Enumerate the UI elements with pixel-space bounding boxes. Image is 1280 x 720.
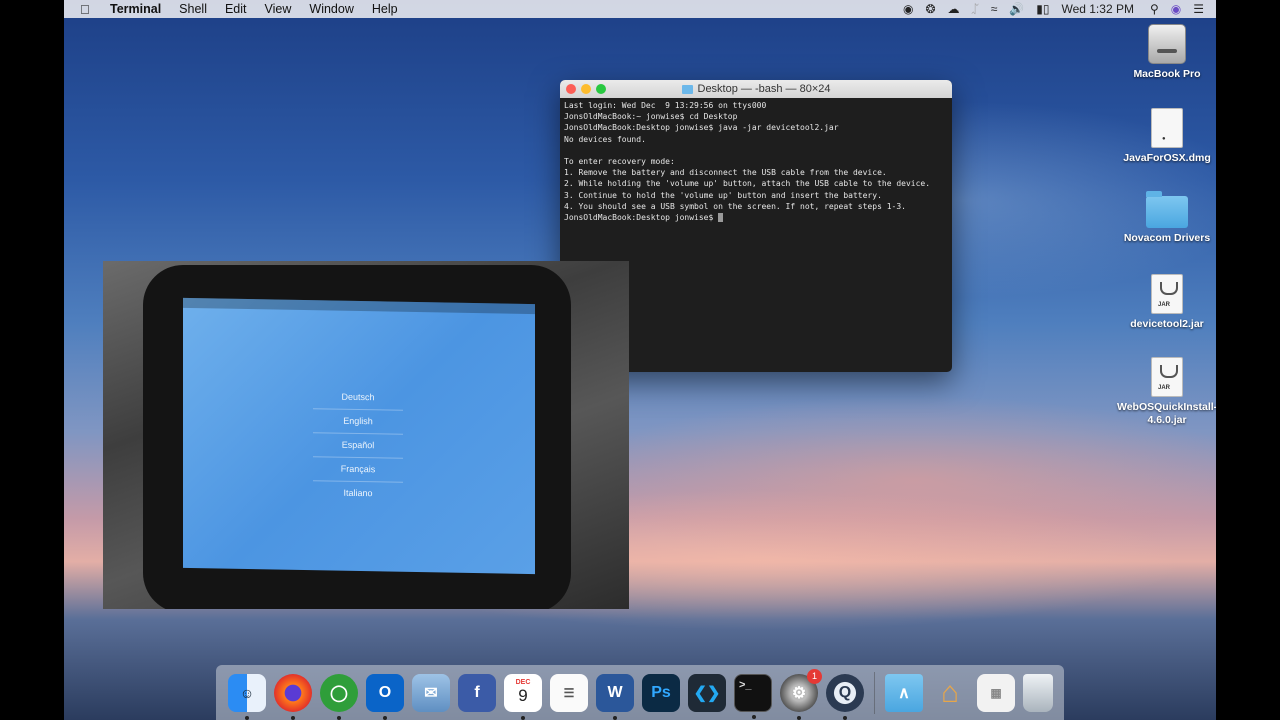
terminal-line: JonsOldMacBook:Desktop jonwise$ java -ja… (564, 123, 839, 133)
close-button[interactable] (566, 84, 576, 94)
minimize-button[interactable] (581, 84, 591, 94)
desktop:  Terminal Shell Edit View Window Help ◉… (64, 0, 1216, 720)
home-folder-icon[interactable]: ⌂ (931, 674, 969, 712)
desktop-icon-macbook-pro[interactable]: MacBook Pro (1117, 24, 1216, 81)
terminal-prompt: JonsOldMacBook:Desktop jonwise$ (564, 212, 719, 222)
battery-icon[interactable]: ▮▯ (1036, 2, 1049, 16)
desktop-icon-label: JavaForOSX.dmg (1123, 152, 1211, 164)
keepassxc-icon[interactable]: ◯ (320, 673, 358, 720)
menu-help[interactable]: Help (372, 2, 398, 16)
dock-separator (874, 671, 875, 714)
text-cursor (718, 212, 724, 222)
wifi-icon[interactable]: ≈ (991, 2, 998, 16)
search-icon[interactable]: ⚲ (1150, 2, 1159, 16)
outlook-icon[interactable]: O (366, 673, 404, 720)
folder-icon (1146, 191, 1188, 228)
folder-icon (681, 84, 693, 94)
desktop-icon-label: Novacom Drivers (1123, 232, 1211, 244)
terminal-line: 4. You should see a USB symbol on the sc… (564, 201, 906, 211)
terminal-line: No devices found. (564, 134, 646, 144)
mail-icon[interactable]: ✉ (412, 673, 450, 712)
terminal-line: 1. Remove the battery and disconnect the… (564, 168, 887, 178)
terminal-line: JonsOldMacBook:~ jonwise$ cd Desktop (564, 112, 738, 122)
volume-icon[interactable]: 🔊 (1009, 2, 1024, 16)
desktop-icon-label: devicetool2.jar (1130, 318, 1204, 330)
bluetooth-icon[interactable]: ᛢ (972, 2, 979, 16)
desktop-icon-label: WebOSQuickInstall-4.6.0.jar (1117, 401, 1216, 426)
applications-folder-icon[interactable]: ∧ (885, 673, 923, 712)
notification-badge: 1 (807, 668, 822, 684)
app-status-icon[interactable]: ❂ (925, 2, 935, 16)
dock: ☺ ◯ O ✉ f DEC 9 ☰ W Ps ❮❯ >_ ⚙ 1 Q ∧ ⌂ ▦ (216, 665, 1064, 720)
system-preferences-icon[interactable]: ⚙ 1 (780, 668, 822, 720)
terminal-title: Desktop — -bash — 80×24 (697, 83, 831, 95)
notification-center-icon[interactable]: ☰ (1193, 2, 1204, 16)
language-option: Deutsch (313, 385, 403, 411)
desktop-icon-devicetool2[interactable]: JAR devicetool2.jar (1117, 274, 1216, 331)
calendar-icon[interactable]: DEC 9 (504, 673, 542, 720)
terminal-prompt-line[interactable]: JonsOldMacBook:Desktop jonwise$ (564, 212, 948, 223)
jar-file-icon: JAR (1151, 357, 1183, 397)
siri-icon[interactable]: ◉ (1171, 2, 1181, 16)
trash-icon[interactable] (1023, 673, 1053, 712)
facebook-icon[interactable]: f (458, 673, 496, 712)
firefox-icon[interactable] (274, 673, 312, 720)
jar-file-icon: JAR (1151, 274, 1183, 314)
terminal-icon[interactable]: >_ (734, 673, 772, 719)
quicktime-icon[interactable]: Q (826, 673, 864, 720)
menu-app-name[interactable]: Terminal (110, 2, 161, 16)
menu-bar:  Terminal Shell Edit View Window Help ◉… (64, 0, 1216, 18)
language-list: Deutsch English Español Français Italian… (313, 385, 403, 506)
webcam-video-overlay: Deutsch English Español Français Italian… (103, 261, 629, 609)
menu-edit[interactable]: Edit (225, 2, 247, 16)
menu-view[interactable]: View (265, 2, 292, 16)
screen-record-icon[interactable]: ◉ (903, 2, 913, 16)
terminal-titlebar[interactable]: Desktop — -bash — 80×24 (560, 80, 952, 98)
word-icon[interactable]: W (596, 673, 634, 720)
terminal-line: To enter recovery mode: (564, 156, 675, 166)
menu-window[interactable]: Window (309, 2, 353, 16)
language-option: Français (313, 457, 403, 483)
vscode-icon[interactable]: ❮❯ (688, 673, 726, 712)
calendar-day: 9 (518, 686, 528, 705)
desktop-icon-webosquickinstall[interactable]: JAR WebOSQuickInstall-4.6.0.jar (1117, 357, 1216, 427)
desktop-icon-label: MacBook Pro (1133, 68, 1201, 80)
downloads-stack-icon[interactable]: ▦ (977, 673, 1015, 712)
language-option: Español (313, 433, 403, 459)
disk-image-icon: ● (1151, 108, 1183, 148)
menu-clock[interactable]: Wed 1:32 PM (1061, 2, 1133, 16)
desktop-icon-javaforosx[interactable]: ● JavaForOSX.dmg (1117, 108, 1216, 165)
terminal-line: 3. Continue to hold the 'volume up' butt… (564, 190, 882, 200)
reminders-icon[interactable]: ☰ (550, 673, 588, 712)
zoom-button[interactable] (596, 84, 606, 94)
hard-drive-icon (1148, 24, 1186, 64)
calendar-month: DEC (515, 679, 531, 686)
terminal-output[interactable]: Last login: Wed Dec 9 13:29:56 on ttys00… (560, 98, 952, 225)
finder-icon[interactable]: ☺ (228, 673, 266, 720)
menu-shell[interactable]: Shell (179, 2, 207, 16)
cloud-icon[interactable]: ☁ (948, 2, 960, 16)
terminal-line: 2. While holding the 'volume up' button,… (564, 179, 931, 189)
apple-menu-icon[interactable]:  (80, 2, 94, 17)
terminal-line: Last login: Wed Dec 9 13:29:56 on ttys00… (564, 101, 767, 110)
language-option: English (313, 409, 403, 435)
tablet-screen: Deutsch English Español Français Italian… (183, 297, 535, 575)
language-option: Italiano (343, 487, 373, 499)
desktop-icon-novacom-drivers[interactable]: Novacom Drivers (1117, 190, 1216, 245)
photoshop-icon[interactable]: Ps (642, 673, 680, 712)
